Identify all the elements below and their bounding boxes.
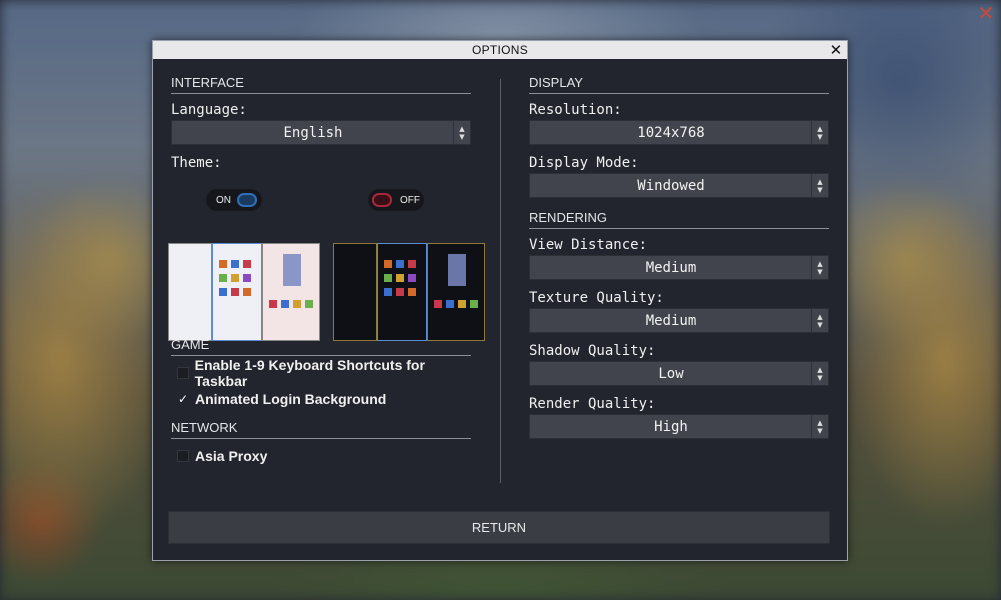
dark-theme-preview[interactable] — [377, 243, 427, 341]
dialog-titlebar: OPTIONS ✕ — [153, 41, 847, 59]
section-heading-game: GAME — [171, 335, 471, 356]
keyboard-shortcuts-checkbox[interactable] — [177, 367, 189, 379]
theme-light-toggle-label: ON — [216, 194, 231, 206]
shadow-quality-value: Low — [658, 366, 684, 382]
view-distance-select[interactable]: Medium ▲ ▼ — [529, 255, 829, 280]
asia-proxy-option[interactable]: Asia Proxy — [171, 445, 471, 467]
animated-login-option[interactable]: ✓ Animated Login Background — [171, 388, 471, 410]
theme-light-toggle[interactable]: ON — [206, 189, 262, 211]
up-down-arrows-icon: ▲ ▼ — [811, 415, 828, 438]
toggle-knob — [237, 193, 257, 207]
language-select[interactable]: English ▲ ▼ — [171, 120, 471, 145]
keyboard-shortcuts-option[interactable]: Enable 1-9 Keyboard Shortcuts for Taskba… — [171, 357, 471, 389]
render-quality-select[interactable]: High ▲ ▼ — [529, 414, 829, 439]
light-theme-preview[interactable] — [212, 243, 262, 341]
section-heading-interface: INTERFACE — [171, 73, 471, 94]
section-heading-network: NETWORK — [171, 418, 471, 439]
language-label: Language: — [171, 102, 247, 118]
resolution-label: Resolution: — [529, 102, 622, 118]
texture-quality-value: Medium — [645, 313, 697, 329]
right-column: DISPLAY Resolution: 1024x768 ▲ ▼ Display … — [529, 59, 829, 447]
keyboard-shortcuts-label: Enable 1-9 Keyboard Shortcuts for Taskba… — [194, 357, 425, 389]
close-icon[interactable]: ✕ — [828, 41, 844, 59]
left-column: INTERFACE Language: English ▲ ▼ Theme: ON… — [168, 59, 485, 464]
shadow-quality-select[interactable]: Low ▲ ▼ — [529, 361, 829, 386]
up-down-arrows-icon: ▲ ▼ — [811, 309, 828, 332]
checkmark-icon[interactable]: ✓ — [177, 393, 189, 405]
dialog-title: OPTIONS — [471, 43, 529, 57]
shadow-quality-label: Shadow Quality: — [529, 343, 656, 359]
render-quality-value: High — [654, 419, 688, 435]
texture-quality-label: Texture Quality: — [529, 290, 664, 306]
view-distance-label: View Distance: — [529, 237, 648, 253]
resolution-select[interactable]: 1024x768 ▲ ▼ — [529, 120, 829, 145]
theme-dark-toggle[interactable]: OFF — [368, 189, 424, 211]
display-mode-select[interactable]: Windowed ▲ ▼ — [529, 173, 829, 198]
asia-proxy-checkbox[interactable] — [177, 450, 189, 462]
theme-dark-toggle-label: OFF — [400, 194, 420, 206]
toggle-knob — [372, 193, 392, 207]
resolution-value: 1024x768 — [637, 125, 705, 141]
theme-label: Theme: — [171, 155, 222, 171]
display-mode-label: Display Mode: — [529, 155, 639, 171]
up-down-arrows-icon: ▲ ▼ — [811, 256, 828, 279]
asia-proxy-label: Asia Proxy — [195, 448, 268, 464]
display-mode-value: Windowed — [637, 178, 705, 194]
return-button[interactable]: RETURN — [168, 511, 830, 544]
up-down-arrows-icon: ▲ ▼ — [453, 121, 470, 144]
up-down-arrows-icon: ▲ ▼ — [811, 362, 828, 385]
close-icon[interactable]: ✕ — [977, 3, 995, 23]
view-distance-value: Medium — [645, 260, 697, 276]
up-down-arrows-icon: ▲ ▼ — [811, 121, 828, 144]
language-value: English — [283, 125, 343, 141]
light-theme-preview[interactable] — [262, 243, 320, 341]
dark-theme-preview[interactable] — [427, 243, 485, 341]
game-section: GAME Enable 1-9 Keyboard Shortcuts for T… — [171, 335, 471, 473]
section-heading-display: DISPLAY — [529, 73, 829, 94]
texture-quality-select[interactable]: Medium ▲ ▼ — [529, 308, 829, 333]
dark-theme-preview[interactable] — [333, 243, 377, 341]
options-dialog: OPTIONS ✕ INTERFACE Language: English ▲ ▼… — [152, 40, 848, 561]
section-heading-rendering: RENDERING — [529, 208, 829, 229]
animated-login-label: Animated Login Background — [195, 391, 387, 407]
light-theme-preview[interactable] — [168, 243, 212, 341]
column-divider — [500, 79, 501, 483]
theme-previews — [168, 243, 488, 343]
up-down-arrows-icon: ▲ ▼ — [811, 174, 828, 197]
render-quality-label: Render Quality: — [529, 396, 656, 412]
